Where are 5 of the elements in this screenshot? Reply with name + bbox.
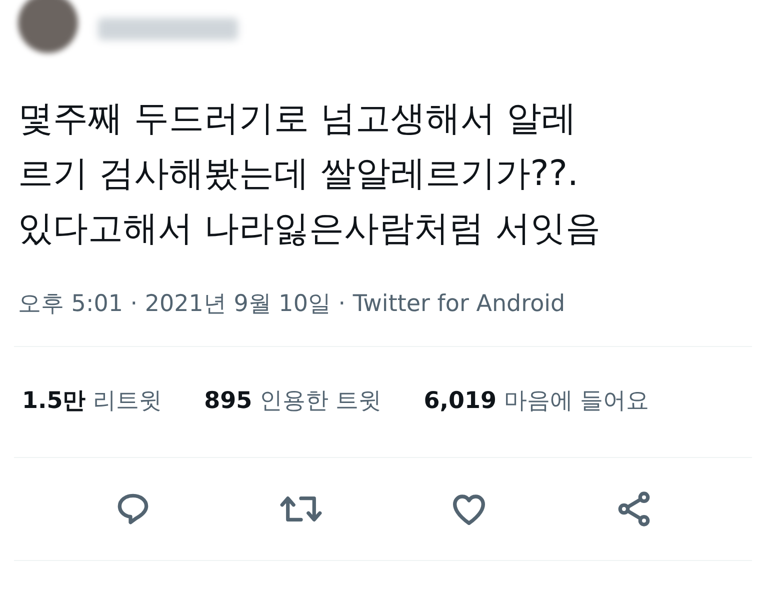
engagement-count[interactable]: 6,019 마음에 들어요	[424, 384, 650, 419]
engagement-count[interactable]: 1.5만 리트윗	[22, 384, 162, 419]
tweet-timestamp: 오후 5:01 · 2021년 9월 10일 · Twitter for Android	[18, 290, 566, 319]
tweet-text: 몇주째 두드러기로 넘고생해서 알레 르기 검사해봤는데 쌀알레르기가??. 있다고해서 나라잃은사람처럼 서잇음	[18, 98, 602, 251]
engagement-count[interactable]: 895 인용한 트윗	[204, 384, 382, 419]
